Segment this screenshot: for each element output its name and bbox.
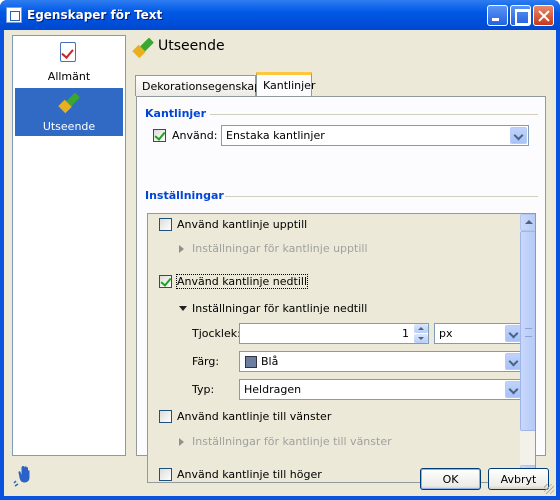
color-value: Blå xyxy=(261,355,279,368)
tab-decoration-properties[interactable]: Dekorationsegenskaper xyxy=(135,75,272,96)
top-border-label: Använd kantlinje upptill xyxy=(177,218,308,231)
tab-borders[interactable]: Kantlinjer xyxy=(256,72,315,97)
vertical-scrollbar[interactable] xyxy=(520,214,535,482)
thickness-label: Tjocklek: xyxy=(192,327,241,340)
paintbrush-icon xyxy=(132,37,154,59)
resize-grip[interactable] xyxy=(544,484,554,494)
bottom-border-label: Använd kantlinje nedtill xyxy=(175,274,309,289)
spin-up-icon[interactable] xyxy=(414,324,428,333)
border-mode-value: Enstaka kantlinjer xyxy=(226,129,325,142)
settings-scroll-area: Använd kantlinje upptill Inställningar f… xyxy=(147,213,536,483)
bottom-border-settings-expander[interactable]: Inställningar för kantlinje nedtill xyxy=(192,302,367,315)
close-button[interactable] xyxy=(533,5,554,26)
color-swatch xyxy=(245,356,257,368)
minimize-button[interactable] xyxy=(487,5,508,26)
checklist-icon xyxy=(60,42,76,62)
chevron-down-icon[interactable] xyxy=(510,127,527,144)
nav-item-appearance[interactable]: Utseende xyxy=(15,88,123,136)
left-border-checkbox[interactable] xyxy=(159,410,172,423)
section-divider xyxy=(210,114,538,115)
top-border-settings-expander[interactable]: Inställningar för kantlinje upptill xyxy=(192,242,368,255)
expand-arrow-icon[interactable] xyxy=(179,438,184,446)
dialog-body: Allmänt Utseende Utseende Dekorationsege… xyxy=(4,30,556,496)
use-borders-checkbox[interactable] xyxy=(153,129,166,142)
scroll-thumb[interactable] xyxy=(520,231,535,431)
border-mode-select[interactable]: Enstaka kantlinjer xyxy=(221,125,529,146)
section-title-settings: Inställningar xyxy=(145,189,224,202)
page-title: Utseende xyxy=(158,38,225,54)
thickness-input[interactable]: 1 xyxy=(239,323,413,344)
thickness-stepper[interactable] xyxy=(413,323,429,344)
page-header: Utseende xyxy=(132,34,544,64)
collapse-arrow-icon[interactable] xyxy=(179,306,187,311)
left-border-label: Använd kantlinje till vänster xyxy=(177,410,332,423)
tab-panel: Kantlinjer Använd: Enstaka kantlinjer In… xyxy=(136,96,546,483)
color-select[interactable]: Blå xyxy=(239,351,524,372)
unit-value: px xyxy=(439,327,453,340)
spin-down-icon[interactable] xyxy=(414,334,428,343)
top-border-checkbox[interactable] xyxy=(159,218,172,231)
title-bar[interactable]: Egenskaper för Text xyxy=(0,0,560,30)
nav-item-label: Allmänt xyxy=(47,70,91,83)
dialog-window: Egenskaper för Text Allmänt Utseende Uts… xyxy=(0,0,560,500)
right-border-checkbox[interactable] xyxy=(159,468,172,481)
type-label: Typ: xyxy=(192,383,215,396)
section-title-borders: Kantlinjer xyxy=(145,107,207,120)
cancel-button[interactable]: Avbryt xyxy=(488,468,549,490)
section-divider xyxy=(225,196,538,197)
scroll-up-icon[interactable] xyxy=(520,214,535,231)
right-border-label: Använd kantlinje till höger xyxy=(177,468,322,481)
use-borders-label: Använd: xyxy=(172,129,218,142)
line-type-select[interactable]: Heldragen xyxy=(239,379,524,400)
thickness-value: 1 xyxy=(402,327,409,340)
window-title: Egenskaper för Text xyxy=(27,8,163,22)
color-label: Färg: xyxy=(192,355,220,368)
category-list: Allmänt Utseende xyxy=(12,35,126,456)
unit-select[interactable]: px xyxy=(434,323,524,344)
paintbrush-icon xyxy=(58,92,80,114)
nav-item-label: Utseende xyxy=(42,120,96,133)
expand-arrow-icon[interactable] xyxy=(179,245,184,253)
maximize-button[interactable] xyxy=(510,5,531,26)
window-icon xyxy=(6,7,22,23)
bottom-border-checkbox[interactable] xyxy=(159,275,172,288)
help-hand-icon[interactable] xyxy=(11,463,35,487)
left-border-settings-expander[interactable]: Inställningar för kantlinje till vänster xyxy=(192,435,392,448)
line-type-value: Heldragen xyxy=(244,383,302,396)
nav-item-general[interactable]: Allmänt xyxy=(15,38,123,84)
ok-button[interactable]: OK xyxy=(420,468,481,490)
